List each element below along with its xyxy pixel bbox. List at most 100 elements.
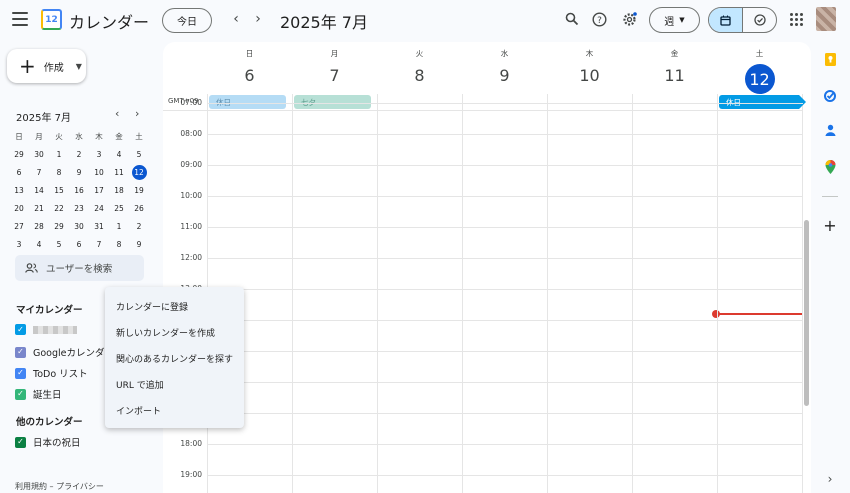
calendar-list-item[interactable]: ✓ Googleカレンダー [15,345,114,359]
checkbox-icon[interactable]: ✓ [15,346,26,358]
other-calendars-title[interactable]: 他のカレンダー [16,414,83,428]
search-icon[interactable] [564,11,580,27]
mini-calendar-day[interactable]: 28 [29,217,49,235]
mini-calendar-day[interactable]: 24 [89,199,109,217]
checkbox-icon[interactable]: ✓ [15,367,26,379]
footer-links[interactable]: 利用規約 – プライバシー [15,481,104,492]
tasks-view-button[interactable] [743,8,776,32]
apps-grid-icon[interactable] [790,13,803,26]
day-header[interactable]: 火8 [377,48,462,85]
view-select[interactable]: 週 ▼ [649,7,700,33]
expand-chevron-icon[interactable]: › [823,472,837,486]
create-button[interactable]: + 作成 ▼ [7,49,86,83]
date-number[interactable]: 9 [462,66,547,85]
day-header[interactable]: 月7 [292,48,377,85]
main-menu-button[interactable] [12,12,28,26]
mini-calendar-day[interactable]: 22 [49,199,69,217]
mini-calendar-day[interactable]: 2 [129,217,149,235]
scrollbar[interactable] [804,220,809,406]
mini-calendar-day[interactable]: 13 [9,181,29,199]
checkbox-icon[interactable]: ✓ [15,324,26,335]
mini-calendar-day[interactable]: 30 [69,217,89,235]
menu-item[interactable]: 新しいカレンダーを作成 [105,319,244,345]
menu-item[interactable]: URL で追加 [105,371,244,397]
mini-calendar-day[interactable]: 15 [49,181,69,199]
mini-calendar-day[interactable]: 7 [29,163,49,181]
mini-calendar-day[interactable]: 5 [129,145,149,163]
mini-calendar-day[interactable]: 20 [9,199,29,217]
day-header[interactable]: 水9 [462,48,547,85]
checkbox-icon[interactable]: ✓ [15,436,26,448]
mini-calendar-day[interactable]: 3 [9,235,29,253]
mini-calendar-day[interactable]: 21 [29,199,49,217]
calendar-list-item[interactable]: ✓ [15,324,77,335]
add-icon[interactable]: + [823,216,837,235]
mini-calendar-day[interactable]: 23 [69,199,89,217]
mini-calendar-day[interactable]: 14 [29,181,49,199]
mini-calendar-day[interactable]: 9 [129,235,149,253]
all-day-event[interactable]: 休日 [719,95,806,109]
calendar-view-button[interactable] [709,8,743,32]
mini-calendar-day[interactable]: 1 [109,217,129,235]
day-header[interactable]: 木 10 [547,48,632,85]
maps-icon[interactable] [823,160,837,174]
day-header[interactable]: 金 11 [632,48,717,85]
mini-calendar-day[interactable]: 29 [49,217,69,235]
day-header[interactable]: 土 12 [717,48,802,94]
mini-calendar-day[interactable]: 4 [109,145,129,163]
date-number[interactable]: 8 [377,66,462,85]
mini-calendar-day[interactable]: 30 [29,145,49,163]
mini-calendar-day[interactable]: 6 [69,235,89,253]
mini-calendar-day[interactable]: 19 [129,181,149,199]
checkbox-icon[interactable]: ✓ [15,388,26,400]
date-number[interactable]: 10 [547,66,632,85]
menu-item[interactable]: カレンダーに登録 [105,293,244,319]
mini-calendar-day[interactable]: 9 [69,163,89,181]
mini-calendar-day[interactable]: 11 [109,163,129,181]
mini-calendar-day[interactable]: 18 [109,181,129,199]
mini-calendar-day[interactable]: 10 [89,163,109,181]
chevron-right-icon[interactable]: › [250,10,266,28]
help-icon[interactable]: ? [591,11,607,27]
day-header[interactable]: 日6 [207,48,292,85]
all-day-event[interactable]: 七夕 [294,95,371,109]
mini-calendar-day[interactable]: 31 [89,217,109,235]
keep-icon[interactable] [823,52,837,66]
today-button[interactable]: 今日 [162,8,212,33]
mini-calendar-day[interactable]: 27 [9,217,29,235]
mini-calendar-day[interactable]: 1 [49,145,69,163]
avatar[interactable] [816,7,836,31]
all-day-event[interactable]: 休日 [209,95,286,109]
mini-calendar-day[interactable]: 7 [89,235,109,253]
date-number[interactable]: 11 [632,66,717,85]
mini-calendar-day[interactable]: 29 [9,145,29,163]
mini-calendar-day[interactable]: 2 [69,145,89,163]
menu-item[interactable]: 関心のあるカレンダーを探す [105,345,244,371]
date-number[interactable]: 6 [207,66,292,85]
date-number[interactable]: 7 [292,66,377,85]
mini-next-chevron-icon[interactable]: › [135,107,139,120]
mini-prev-chevron-icon[interactable]: ‹ [115,107,119,120]
mini-calendar-day[interactable]: 5 [49,235,69,253]
mini-calendar-day[interactable]: 25 [109,199,129,217]
mini-calendar-day[interactable]: 16 [69,181,89,199]
contacts-icon[interactable] [823,123,837,137]
mini-calendar-day[interactable]: 26 [129,199,149,217]
calendar-list-item[interactable]: ✓ 誕生日 [15,387,62,401]
mini-calendar-day[interactable]: 12 [129,163,149,181]
mini-calendar-day[interactable]: 17 [89,181,109,199]
calendar-list-item[interactable]: ✓ ToDo リスト [15,366,88,380]
menu-item[interactable]: インポート [105,397,244,423]
my-calendars-title[interactable]: マイカレンダー [16,302,83,316]
mini-calendar-day[interactable]: 8 [49,163,69,181]
chevron-left-icon[interactable]: ‹ [228,10,244,28]
tasks-icon[interactable] [823,89,837,103]
gear-icon[interactable] [621,11,637,27]
mini-calendar-day[interactable]: 4 [29,235,49,253]
mini-calendar-day[interactable]: 6 [9,163,29,181]
user-search-input[interactable]: ユーザーを検索 [15,255,144,281]
today-date-number[interactable]: 12 [744,64,775,94]
mini-calendar-day[interactable]: 3 [89,145,109,163]
calendar-list-item[interactable]: ✓ 日本の祝日 [15,435,81,449]
mini-calendar-day[interactable]: 8 [109,235,129,253]
